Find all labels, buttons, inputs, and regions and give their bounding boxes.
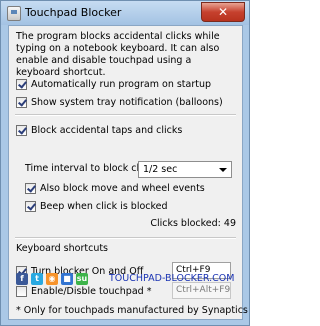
website-link[interactable]: TOUCHPAD-BLOCKER.COM	[109, 273, 234, 284]
rss-icon[interactable]: ◉	[46, 273, 58, 285]
block-taps-option[interactable]: Block accidental taps and clicks	[16, 123, 182, 137]
divider	[15, 237, 236, 239]
touchpad-shortcut-checkbox[interactable]	[16, 285, 27, 297]
touchpad-shortcut-input: Ctrl+Alt+F9	[172, 282, 231, 299]
autorun-option[interactable]: Automatically run program on startup	[16, 77, 211, 91]
description-text: The program blocks accidental clicks whi…	[16, 31, 220, 78]
block-taps-label: Block accidental taps and clicks	[31, 124, 183, 136]
app-window: Touchpad Blocker ✕ The program blocks ac…	[0, 0, 250, 326]
chevron-down-icon	[219, 168, 227, 172]
tray-label: Show system tray notification (balloons)	[31, 96, 223, 108]
autorun-label: Automatically run program on startup	[31, 78, 212, 90]
beep-option[interactable]: Beep when click is blocked	[25, 199, 168, 213]
close-button[interactable]: ✕	[201, 2, 245, 22]
tray-option[interactable]: Show system tray notification (balloons)	[16, 95, 223, 109]
block-move-label: Also block move and wheel events	[40, 182, 205, 194]
app-icon	[7, 6, 21, 21]
block-move-option[interactable]: Also block move and wheel events	[25, 181, 205, 195]
twitter-icon[interactable]: t	[31, 273, 43, 285]
facebook-icon[interactable]: f	[16, 273, 28, 285]
shortcuts-heading: Keyboard shortcuts	[16, 243, 109, 254]
title-bar[interactable]: Touchpad Blocker ✕	[1, 1, 249, 25]
tray-checkbox[interactable]	[16, 96, 27, 108]
block-taps-checkbox[interactable]	[16, 124, 27, 136]
touchpad-shortcut-label: Enable/Disble touchpad *	[31, 285, 152, 297]
delicious-icon[interactable]: ■	[61, 273, 73, 285]
touchpad-shortcut-option[interactable]: Enable/Disble touchpad *	[16, 284, 151, 298]
divider	[15, 114, 236, 116]
synaptics-note: * Only for touchpads manufactured by Syn…	[16, 305, 248, 316]
beep-label: Beep when click is blocked	[40, 200, 168, 212]
window-title: Touchpad Blocker	[25, 6, 122, 19]
stumbleupon-icon[interactable]: su	[76, 273, 88, 285]
autorun-checkbox[interactable]	[16, 78, 27, 90]
block-move-checkbox[interactable]	[25, 182, 36, 194]
interval-value: 1/2 sec	[143, 164, 178, 175]
beep-checkbox[interactable]	[25, 200, 36, 212]
interval-dropdown[interactable]: 1/2 sec	[138, 161, 232, 178]
clicks-blocked-counter: Clicks blocked: 49	[150, 218, 236, 229]
